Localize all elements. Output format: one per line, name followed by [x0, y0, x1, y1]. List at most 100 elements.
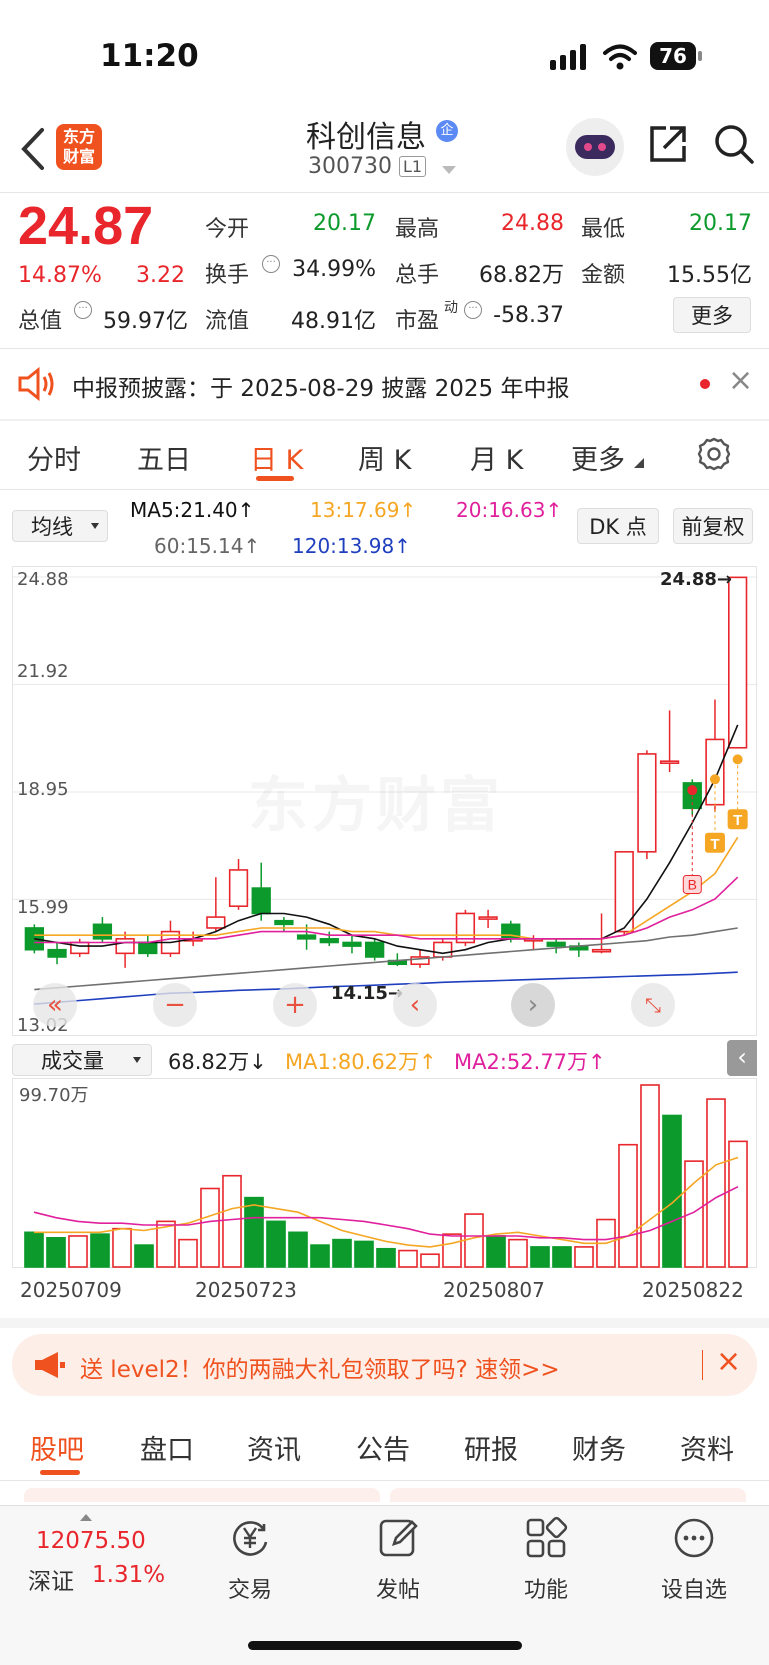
indicator-selector[interactable]: 均线: [12, 510, 108, 542]
index-up-triangle-icon: [80, 1514, 92, 1521]
volume-bar: [552, 1246, 572, 1268]
index-ticker[interactable]: 12075.50 深证 1.31%: [0, 1506, 180, 1616]
open-label: 今开: [205, 217, 250, 242]
dk-point-button[interactable]: DK 点: [577, 508, 659, 544]
more-button[interactable]: 更多: [673, 297, 751, 333]
ma5-text: MA5:21.40: [130, 498, 238, 522]
functions-grid-icon[interactable]: [524, 1516, 568, 1560]
scroll-left-button[interactable]: ‹: [393, 983, 437, 1027]
candle-body: [478, 916, 498, 920]
promo-banner[interactable]: 送 level2！你的两融大礼包领取了吗? 速领>> ×: [12, 1334, 757, 1396]
header: 东方 财富 科创信息 企 300730 L1: [0, 110, 769, 192]
candle-body: [433, 941, 453, 958]
battery-tip: [698, 51, 702, 61]
tab-research[interactable]: 研报: [464, 1428, 518, 1467]
candle-body: [228, 869, 249, 908]
tab-news[interactable]: 资讯: [247, 1428, 301, 1467]
volume-selector[interactable]: 成交量: [12, 1044, 152, 1076]
stock-name: 科创信息: [306, 120, 426, 155]
scroll-far-left-button[interactable]: «: [33, 983, 77, 1027]
settings-gear-icon[interactable]: [696, 436, 732, 472]
level-dropdown-icon[interactable]: [442, 166, 456, 174]
toolbar-trade[interactable]: 交易: [200, 1572, 300, 1604]
candle-body: [342, 941, 362, 947]
volume-bar: [90, 1233, 110, 1268]
ma-line-ma60: [34, 927, 738, 991]
market-cap-value: 59.97亿: [103, 309, 188, 334]
toolbar-post[interactable]: 发帖: [348, 1572, 448, 1604]
trade-yen-icon[interactable]: [228, 1516, 272, 1560]
share-icon: [650, 126, 686, 162]
fullscreen-button[interactable]: ⤡: [631, 983, 675, 1027]
float-cap-label: 流值: [205, 309, 250, 334]
candle-body: [296, 934, 317, 940]
notice-close-icon[interactable]: ×: [728, 363, 753, 398]
signal-t-label: T: [710, 836, 719, 853]
low-label: 最低: [581, 217, 626, 242]
volume-bar: [376, 1247, 396, 1268]
level-badge[interactable]: L1: [399, 156, 427, 177]
share-button[interactable]: [646, 122, 690, 170]
volume-bar: [574, 1246, 594, 1268]
search-button[interactable]: [712, 122, 756, 170]
x-date-label: 20250807: [443, 1278, 545, 1302]
tab-pankou[interactable]: 盘口: [140, 1428, 194, 1467]
tab-announcements[interactable]: 公告: [356, 1428, 410, 1467]
post-edit-icon[interactable]: [376, 1516, 420, 1560]
caret-down-icon: [133, 1057, 141, 1063]
candle-body: [251, 887, 271, 915]
tab-more[interactable]: 更多: [571, 438, 625, 477]
tab-weekly-k[interactable]: 周 K: [358, 438, 411, 477]
zoom-out-button[interactable]: −: [153, 983, 197, 1027]
volume-label: 总手: [395, 263, 440, 288]
tab-monthly-k[interactable]: 月 K: [470, 438, 523, 477]
back-button[interactable]: [14, 124, 54, 174]
volume-chart[interactable]: 99.70万: [12, 1078, 757, 1268]
high-price-label: 24.88→: [660, 569, 733, 590]
zoom-in-button[interactable]: +: [273, 983, 317, 1027]
volume-value: 68.82万: [479, 263, 564, 288]
volume-text: 68.82万: [168, 1050, 250, 1074]
volume-bar: [640, 1084, 660, 1268]
chevron-left-icon: [21, 128, 44, 170]
toolbar-functions[interactable]: 功能: [496, 1572, 596, 1604]
tab-intraday[interactable]: 分时: [27, 438, 81, 477]
content-tabs-divider: [0, 1480, 769, 1481]
adjust-price-button[interactable]: 前复权: [673, 508, 753, 544]
volume-bar: [288, 1231, 308, 1268]
tab-profile[interactable]: 资料: [680, 1428, 734, 1467]
volume-header: 成交量 68.82万↓ MA1:80.62万↑ MA2:52.77万↑ ‹: [0, 1038, 769, 1080]
kline-chart[interactable]: BTT 东方财富 24.88 21.92 18.95 15.99 13.02 2…: [12, 566, 758, 1036]
volume-bar: [310, 1244, 330, 1268]
dk-point-label: DK 点: [589, 515, 647, 539]
stock-code: 300730: [308, 154, 392, 179]
scroll-right-button[interactable]: ›: [511, 983, 555, 1027]
ai-assistant-avatar[interactable]: [566, 118, 624, 176]
candle-body: [705, 738, 725, 806]
ma120-value: 120:13.98↑: [292, 534, 411, 558]
ma-bar: 均线 MA5:21.40↑ 13:17.69↑ 20:16.63↑ 60:15.…: [0, 490, 769, 566]
notice-red-dot: [700, 379, 710, 389]
tab-daily-k[interactable]: 日 K: [250, 438, 303, 477]
candle-body: [47, 948, 67, 958]
tab-guba[interactable]: 股吧: [30, 1428, 84, 1467]
collapse-panel-button[interactable]: ‹: [727, 1040, 757, 1076]
volume-max-label: 99.70万: [19, 1085, 89, 1106]
notice-bar[interactable]: 中报预披露：于 2025-08-29 披露 2025 年中报 ×: [0, 349, 769, 419]
tab-finance[interactable]: 财务: [572, 1428, 626, 1467]
logo-line1: 东方: [62, 127, 95, 146]
more-dots-circle-icon[interactable]: [672, 1516, 716, 1560]
info-dots-icon[interactable]: ···: [464, 301, 482, 319]
chart-watermark: 东方财富: [248, 757, 504, 844]
volume-bar: [68, 1235, 88, 1268]
info-dots-icon[interactable]: ···: [74, 301, 92, 319]
low-price-label: 14.15→: [331, 983, 404, 1004]
tab-five-day[interactable]: 五日: [137, 438, 191, 477]
volume-bar: [486, 1235, 506, 1268]
search-icon: [715, 125, 754, 164]
content-preview: [390, 1488, 746, 1502]
promo-close-icon[interactable]: ×: [716, 1344, 741, 1379]
info-dots-icon[interactable]: ···: [262, 255, 280, 273]
toolbar-add-watchlist[interactable]: 设自选: [644, 1572, 744, 1604]
change-amount: 3.22: [136, 263, 185, 288]
